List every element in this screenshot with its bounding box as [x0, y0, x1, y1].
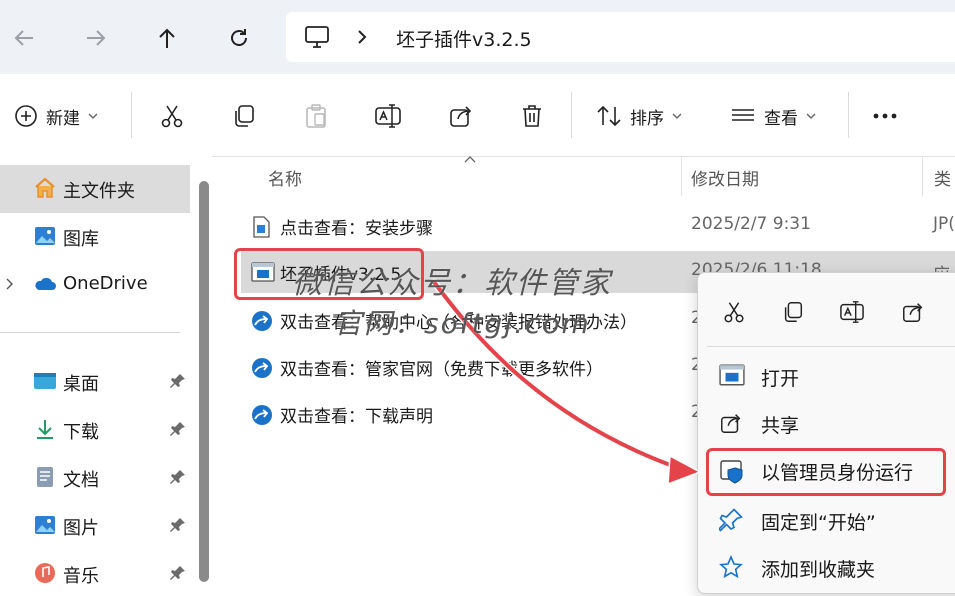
watermark-url: 官网：softgj.com — [334, 307, 591, 340]
watermark-text: 微信公众号：软件管家 — [292, 266, 612, 301]
